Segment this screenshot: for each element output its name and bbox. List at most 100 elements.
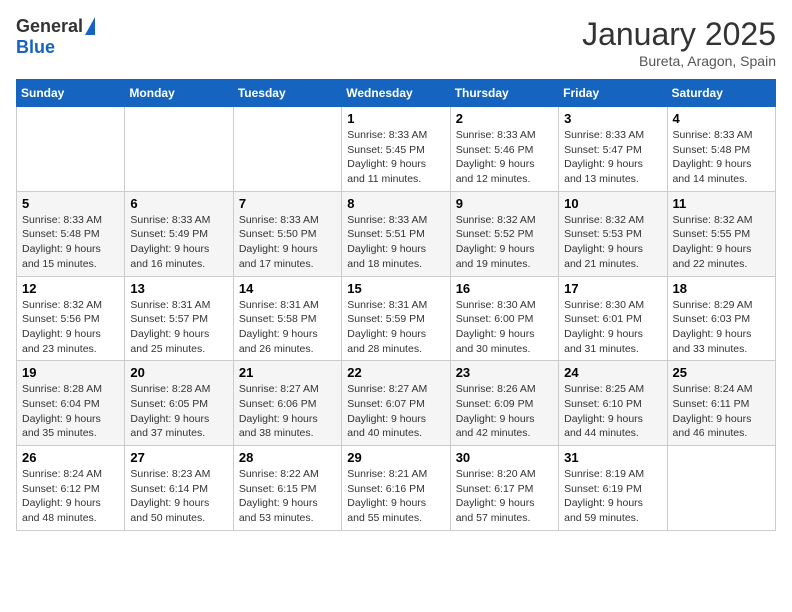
- weekday-header-wednesday: Wednesday: [342, 80, 450, 107]
- day-info: Sunrise: 8:30 AMSunset: 6:00 PMDaylight:…: [456, 298, 553, 357]
- day-number: 18: [673, 281, 770, 296]
- calendar-cell: 4 Sunrise: 8:33 AMSunset: 5:48 PMDaylight…: [667, 107, 775, 192]
- weekday-header-monday: Monday: [125, 80, 233, 107]
- day-number: 12: [22, 281, 119, 296]
- calendar-cell: 19Sunrise: 8:28 AMSunset: 6:04 PMDayligh…: [17, 361, 125, 446]
- day-info: Sunrise: 8:30 AMSunset: 6:01 PMDaylight:…: [564, 298, 661, 357]
- day-number: 4: [673, 111, 770, 126]
- calendar-cell: 5 Sunrise: 8:33 AMSunset: 5:48 PMDaylight…: [17, 191, 125, 276]
- day-number: 2: [456, 111, 553, 126]
- calendar-week-row: 12 Sunrise: 8:32 AMSunset: 5:56 PMDayligh…: [17, 276, 776, 361]
- calendar-cell: 16 Sunrise: 8:30 AMSunset: 6:00 PMDayligh…: [450, 276, 558, 361]
- calendar-cell: 2 Sunrise: 8:33 AMSunset: 5:46 PMDaylight…: [450, 107, 558, 192]
- day-info: Sunrise: 8:33 AMSunset: 5:49 PMDaylight:…: [130, 213, 227, 272]
- logo-general-text: General: [16, 16, 83, 37]
- day-info: Sunrise: 8:19 AMSunset: 6:19 PMDaylight:…: [564, 467, 661, 526]
- calendar-cell: 20 Sunrise: 8:28 AMSunset: 6:05 PMDayligh…: [125, 361, 233, 446]
- day-number: 26: [22, 450, 119, 465]
- day-info: Sunrise: 8:24 AMSunset: 6:12 PMDaylight:…: [22, 467, 119, 526]
- day-number: 21: [239, 365, 336, 380]
- day-info: Sunrise: 8:31 AMSunset: 5:58 PMDaylight:…: [239, 298, 336, 357]
- day-info: Sunrise: 8:33 AMSunset: 5:48 PMDaylight:…: [22, 213, 119, 272]
- calendar-cell: 8 Sunrise: 8:33 AMSunset: 5:51 PMDaylight…: [342, 191, 450, 276]
- calendar-cell: 29 Sunrise: 8:21 AMSunset: 6:16 PMDayligh…: [342, 446, 450, 531]
- calendar-cell: 13Sunrise: 8:31 AMSunset: 5:57 PMDayligh…: [125, 276, 233, 361]
- calendar-table: SundayMondayTuesdayWednesdayThursdayFrid…: [16, 79, 776, 531]
- calendar-cell: [233, 107, 341, 192]
- calendar-cell: 23 Sunrise: 8:26 AMSunset: 6:09 PMDayligh…: [450, 361, 558, 446]
- logo-triangle-icon: [85, 17, 95, 35]
- day-number: 27: [130, 450, 227, 465]
- calendar-cell: 10 Sunrise: 8:32 AMSunset: 5:53 PMDayligh…: [559, 191, 667, 276]
- logo: General Blue: [16, 16, 95, 58]
- day-number: 31: [564, 450, 661, 465]
- calendar-cell: 7Sunrise: 8:33 AMSunset: 5:50 PMDaylight…: [233, 191, 341, 276]
- day-number: 1: [347, 111, 444, 126]
- day-info: Sunrise: 8:32 AMSunset: 5:53 PMDaylight:…: [564, 213, 661, 272]
- calendar-week-row: 5 Sunrise: 8:33 AMSunset: 5:48 PMDaylight…: [17, 191, 776, 276]
- day-number: 24: [564, 365, 661, 380]
- day-number: 6: [130, 196, 227, 211]
- day-info: Sunrise: 8:26 AMSunset: 6:09 PMDaylight:…: [456, 382, 553, 441]
- day-number: 23: [456, 365, 553, 380]
- calendar-cell: 17Sunrise: 8:30 AMSunset: 6:01 PMDayligh…: [559, 276, 667, 361]
- weekday-header-friday: Friday: [559, 80, 667, 107]
- day-number: 14: [239, 281, 336, 296]
- calendar-cell: 9Sunrise: 8:32 AMSunset: 5:52 PMDaylight…: [450, 191, 558, 276]
- calendar-cell: [667, 446, 775, 531]
- day-number: 20: [130, 365, 227, 380]
- day-info: Sunrise: 8:31 AMSunset: 5:59 PMDaylight:…: [347, 298, 444, 357]
- weekday-header-thursday: Thursday: [450, 80, 558, 107]
- location-subtitle: Bureta, Aragon, Spain: [582, 53, 776, 69]
- day-number: 13: [130, 281, 227, 296]
- weekday-header-tuesday: Tuesday: [233, 80, 341, 107]
- day-info: Sunrise: 8:33 AMSunset: 5:47 PMDaylight:…: [564, 128, 661, 187]
- weekday-header-saturday: Saturday: [667, 80, 775, 107]
- day-info: Sunrise: 8:20 AMSunset: 6:17 PMDaylight:…: [456, 467, 553, 526]
- day-info: Sunrise: 8:33 AMSunset: 5:51 PMDaylight:…: [347, 213, 444, 272]
- day-info: Sunrise: 8:33 AMSunset: 5:45 PMDaylight:…: [347, 128, 444, 187]
- calendar-cell: 18Sunrise: 8:29 AMSunset: 6:03 PMDayligh…: [667, 276, 775, 361]
- day-info: Sunrise: 8:32 AMSunset: 5:56 PMDaylight:…: [22, 298, 119, 357]
- day-number: 16: [456, 281, 553, 296]
- calendar-cell: 26 Sunrise: 8:24 AMSunset: 6:12 PMDayligh…: [17, 446, 125, 531]
- calendar-week-row: 19Sunrise: 8:28 AMSunset: 6:04 PMDayligh…: [17, 361, 776, 446]
- day-number: 29: [347, 450, 444, 465]
- calendar-cell: [125, 107, 233, 192]
- day-info: Sunrise: 8:33 AMSunset: 5:50 PMDaylight:…: [239, 213, 336, 272]
- weekday-header-sunday: Sunday: [17, 80, 125, 107]
- day-number: 28: [239, 450, 336, 465]
- day-number: 5: [22, 196, 119, 211]
- day-info: Sunrise: 8:33 AMSunset: 5:48 PMDaylight:…: [673, 128, 770, 187]
- calendar-cell: 11Sunrise: 8:32 AMSunset: 5:55 PMDayligh…: [667, 191, 775, 276]
- day-number: 10: [564, 196, 661, 211]
- calendar-cell: 30 Sunrise: 8:20 AMSunset: 6:17 PMDayligh…: [450, 446, 558, 531]
- day-info: Sunrise: 8:33 AMSunset: 5:46 PMDaylight:…: [456, 128, 553, 187]
- calendar-cell: 3 Sunrise: 8:33 AMSunset: 5:47 PMDaylight…: [559, 107, 667, 192]
- day-number: 25: [673, 365, 770, 380]
- day-info: Sunrise: 8:27 AMSunset: 6:07 PMDaylight:…: [347, 382, 444, 441]
- day-number: 30: [456, 450, 553, 465]
- day-info: Sunrise: 8:23 AMSunset: 6:14 PMDaylight:…: [130, 467, 227, 526]
- weekday-header-row: SundayMondayTuesdayWednesdayThursdayFrid…: [17, 80, 776, 107]
- day-number: 15: [347, 281, 444, 296]
- calendar-week-row: 26 Sunrise: 8:24 AMSunset: 6:12 PMDayligh…: [17, 446, 776, 531]
- calendar-cell: 31 Sunrise: 8:19 AMSunset: 6:19 PMDayligh…: [559, 446, 667, 531]
- calendar-cell: 28 Sunrise: 8:22 AMSunset: 6:15 PMDayligh…: [233, 446, 341, 531]
- calendar-cell: 1 Sunrise: 8:33 AMSunset: 5:45 PMDaylight…: [342, 107, 450, 192]
- day-number: 3: [564, 111, 661, 126]
- logo-blue-text: Blue: [16, 37, 55, 58]
- day-info: Sunrise: 8:28 AMSunset: 6:05 PMDaylight:…: [130, 382, 227, 441]
- calendar-cell: [17, 107, 125, 192]
- month-title: January 2025: [582, 16, 776, 53]
- calendar-cell: 15 Sunrise: 8:31 AMSunset: 5:59 PMDayligh…: [342, 276, 450, 361]
- day-info: Sunrise: 8:32 AMSunset: 5:55 PMDaylight:…: [673, 213, 770, 272]
- calendar-week-row: 1 Sunrise: 8:33 AMSunset: 5:45 PMDaylight…: [17, 107, 776, 192]
- day-number: 8: [347, 196, 444, 211]
- day-number: 19: [22, 365, 119, 380]
- day-number: 22: [347, 365, 444, 380]
- day-info: Sunrise: 8:21 AMSunset: 6:16 PMDaylight:…: [347, 467, 444, 526]
- day-info: Sunrise: 8:24 AMSunset: 6:11 PMDaylight:…: [673, 382, 770, 441]
- day-info: Sunrise: 8:32 AMSunset: 5:52 PMDaylight:…: [456, 213, 553, 272]
- day-info: Sunrise: 8:22 AMSunset: 6:15 PMDaylight:…: [239, 467, 336, 526]
